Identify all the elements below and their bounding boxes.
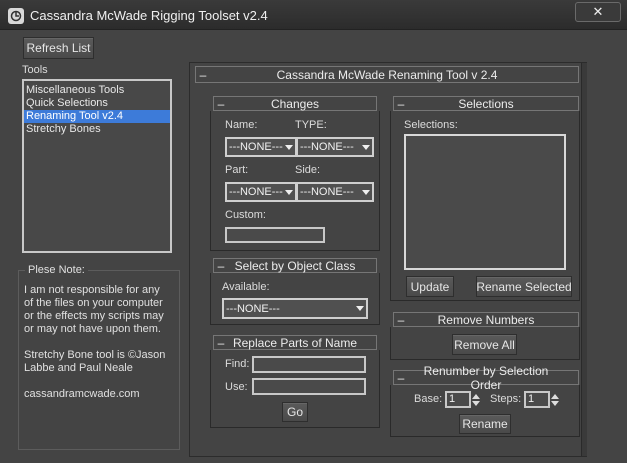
note-line: Labbe and Paul Neale xyxy=(24,362,133,374)
list-item-selected[interactable]: Renaming Tool v2.4 xyxy=(24,110,170,123)
note-line: I am not responsible for any xyxy=(24,284,160,296)
note-line: Stretchy Bone tool is ©Jason xyxy=(24,349,166,361)
chevron-down-icon xyxy=(354,306,366,311)
select-class-title: Select by Object Class xyxy=(234,258,356,273)
find-field[interactable] xyxy=(252,356,366,373)
use-field[interactable] xyxy=(252,378,366,395)
chevron-down-icon xyxy=(283,144,295,150)
update-button[interactable]: Update xyxy=(406,276,454,297)
rollout-header-remove-numbers[interactable]: – Remove Numbers xyxy=(393,312,579,327)
rollout-header-changes[interactable]: – Changes xyxy=(213,96,377,111)
rollout-header-renumber[interactable]: – Renumber by Selection Order xyxy=(393,364,579,392)
rename-selected-button[interactable]: Rename Selected xyxy=(476,276,572,297)
base-label: Base: xyxy=(414,393,443,405)
refresh-list-button[interactable]: Refresh List xyxy=(23,37,94,59)
note-groupbox: Plese Note: I am not responsible for any… xyxy=(18,264,180,450)
part-dropdown[interactable]: ---NONE--- xyxy=(225,182,297,202)
rollout-header-renaming-tool[interactable]: – Cassandra McWade Renaming Tool v 2.4 xyxy=(195,66,579,83)
collapse-icon: – xyxy=(397,370,405,385)
note-line: of the files on your computer xyxy=(24,297,163,309)
go-button[interactable]: Go xyxy=(282,402,308,422)
spinner-arrows-icon[interactable] xyxy=(471,391,481,408)
name-dropdown-value: ---NONE--- xyxy=(229,141,283,153)
name-label: Name: xyxy=(225,119,258,131)
list-item[interactable]: Stretchy Bones xyxy=(24,123,170,136)
note-text: I am not responsible for any of the file… xyxy=(24,284,165,401)
chevron-down-icon xyxy=(283,189,295,195)
chevron-down-icon xyxy=(360,144,372,150)
note-legend: Plese Note: xyxy=(25,264,88,276)
note-line: or the effects my scripts may xyxy=(24,310,164,322)
selections-listbox[interactable] xyxy=(404,134,566,270)
list-item[interactable]: Miscellaneous Tools xyxy=(24,84,170,97)
app-logo-icon xyxy=(8,8,24,24)
rename-button[interactable]: Rename xyxy=(459,414,511,434)
steps-label: Steps: xyxy=(490,393,522,405)
steps-spinner-value[interactable]: 1 xyxy=(524,391,550,408)
remove-numbers-title: Remove Numbers xyxy=(437,312,535,327)
use-label: Use: xyxy=(225,381,248,393)
close-icon: ✕ xyxy=(592,4,604,19)
tools-label: Tools xyxy=(22,64,48,76)
window-title: Cassandra McWade Rigging Toolset v2.4 xyxy=(30,8,268,23)
type-label: TYPE: xyxy=(295,119,327,131)
part-label: Part: xyxy=(225,164,249,176)
collapse-icon: – xyxy=(397,312,405,327)
note-line: cassandramcwade.com xyxy=(24,388,140,400)
type-dropdown[interactable]: ---NONE--- xyxy=(296,137,374,157)
note-spacer xyxy=(24,336,165,349)
spinner-arrows-icon[interactable] xyxy=(550,391,560,408)
rollout-header-selections[interactable]: – Selections xyxy=(393,96,579,111)
rollout-title: Cassandra McWade Renaming Tool v 2.4 xyxy=(276,67,498,82)
rollout-header-select-class[interactable]: – Select by Object Class xyxy=(213,258,377,273)
name-dropdown[interactable]: ---NONE--- xyxy=(225,137,297,157)
selections-label: Selections: xyxy=(404,119,458,131)
available-dropdown[interactable]: ---NONE--- xyxy=(222,298,368,319)
chevron-down-icon xyxy=(360,189,372,195)
replace-title: Replace Parts of Name xyxy=(232,335,358,350)
available-label: Available: xyxy=(222,281,270,293)
base-spinner[interactable]: 1 xyxy=(445,391,481,408)
base-spinner-value[interactable]: 1 xyxy=(445,391,471,408)
steps-spinner[interactable]: 1 xyxy=(524,391,560,408)
rollout-header-replace[interactable]: – Replace Parts of Name xyxy=(213,335,377,350)
close-button[interactable]: ✕ xyxy=(575,2,621,22)
collapse-icon: – xyxy=(397,96,405,111)
custom-field[interactable] xyxy=(225,227,325,243)
custom-label: Custom: xyxy=(225,209,266,221)
collapse-icon: – xyxy=(217,258,225,273)
part-dropdown-value: ---NONE--- xyxy=(229,186,283,198)
rollout-scrollbar[interactable] xyxy=(581,63,587,456)
available-dropdown-value: ---NONE--- xyxy=(226,302,280,315)
selections-title: Selections xyxy=(458,96,514,111)
collapse-icon: – xyxy=(217,96,225,111)
note-line: or may not have upon them. xyxy=(24,323,161,335)
side-dropdown-value: ---NONE--- xyxy=(300,186,354,198)
changes-title: Changes xyxy=(270,96,320,111)
collapse-icon: – xyxy=(199,67,207,82)
collapse-icon: – xyxy=(217,335,225,350)
remove-all-button[interactable]: Remove All xyxy=(452,334,517,355)
side-label: Side: xyxy=(295,164,321,176)
note-spacer xyxy=(24,375,165,388)
list-item[interactable]: Quick Selections xyxy=(24,97,170,110)
find-label: Find: xyxy=(225,358,250,370)
side-dropdown[interactable]: ---NONE--- xyxy=(296,182,374,202)
type-dropdown-value: ---NONE--- xyxy=(300,141,354,153)
tools-listbox[interactable]: Miscellaneous Tools Quick Selections Ren… xyxy=(22,79,172,253)
